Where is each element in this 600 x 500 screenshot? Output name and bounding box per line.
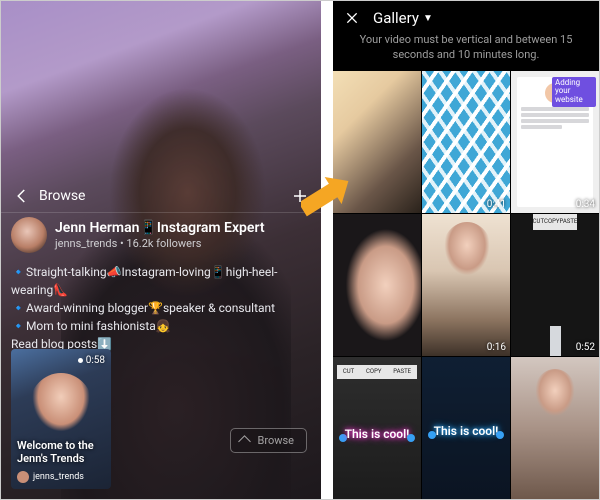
video-duration: 0:58 xyxy=(78,355,105,366)
close-icon[interactable] xyxy=(343,9,361,27)
gallery-item[interactable] xyxy=(333,214,421,356)
browse-bar: Browse xyxy=(1,179,321,213)
add-video-button[interactable] xyxy=(289,185,311,207)
gallery-item[interactable] xyxy=(333,71,421,213)
gallery-item[interactable]: This is cool! xyxy=(422,357,510,499)
video-title: Welcome to the Jenn's Trends xyxy=(17,439,105,465)
item-duration: 0:41 xyxy=(487,199,506,210)
gallery-item[interactable]: 0:16 xyxy=(422,214,510,356)
gallery-item[interactable] xyxy=(511,357,599,499)
overlay-text: This is cool! xyxy=(345,427,410,441)
text-handle-icon xyxy=(407,434,415,442)
mini-avatar xyxy=(17,471,29,483)
igtv-channel-screen: Browse Jenn Herman📱Instagram Expert jenn… xyxy=(1,1,321,499)
text-handle-icon xyxy=(496,431,504,439)
gallery-item[interactable]: CUT COPY PASTE 0:52 xyxy=(511,214,599,356)
gallery-hint: Your video must be vertical and between … xyxy=(333,31,599,71)
bio-line: 🔹Straight-talking📣Instagram-loving📱high-… xyxy=(11,263,311,299)
back-arrow-icon[interactable] xyxy=(11,185,33,207)
item-duration: 0:52 xyxy=(576,342,595,353)
gallery-item[interactable]: 0:41 xyxy=(422,71,510,213)
avatar[interactable] xyxy=(11,217,47,253)
overlay-badge: Adding your website xyxy=(552,77,596,107)
profile-block: Jenn Herman📱Instagram Expert jenns_trend… xyxy=(11,217,311,353)
gallery-picker-screen: Gallery ▼ Your video must be vertical an… xyxy=(333,1,599,499)
item-duration: 0:34 xyxy=(576,199,595,210)
dot-icon xyxy=(78,358,83,363)
bio-line: 🔹Award-winning blogger🏆speaker & consult… xyxy=(11,299,311,317)
gallery-item[interactable]: CUT COPY PASTE This is cool! xyxy=(333,357,421,499)
item-duration: 0:16 xyxy=(487,342,506,353)
video-uploader: jenns_trends xyxy=(17,471,84,483)
profile-bio: 🔹Straight-talking📣Instagram-loving📱high-… xyxy=(11,263,311,353)
chevron-down-icon: ▼ xyxy=(423,13,433,24)
browse-button[interactable]: Browse xyxy=(230,428,307,453)
gallery-item[interactable]: Adding your website 0:34 xyxy=(511,71,599,213)
profile-name: Jenn Herman📱Instagram Expert xyxy=(55,220,265,236)
profile-handle-followers: jenns_trends • 16.2k followers xyxy=(55,237,265,250)
gallery-grid: 0:41 Adding your website 0:34 0:16 CUT C… xyxy=(333,71,599,499)
overlay-text: This is cool! xyxy=(434,424,499,438)
gallery-source-dropdown[interactable]: Gallery ▼ xyxy=(373,9,433,27)
bio-line: 🔹Mom to mini fashionista👧 xyxy=(11,317,311,335)
gallery-header: Gallery ▼ xyxy=(333,1,599,31)
video-thumbnail[interactable]: 0:58 Welcome to the Jenn's Trends jenns_… xyxy=(11,349,111,489)
browse-title: Browse xyxy=(39,188,289,204)
